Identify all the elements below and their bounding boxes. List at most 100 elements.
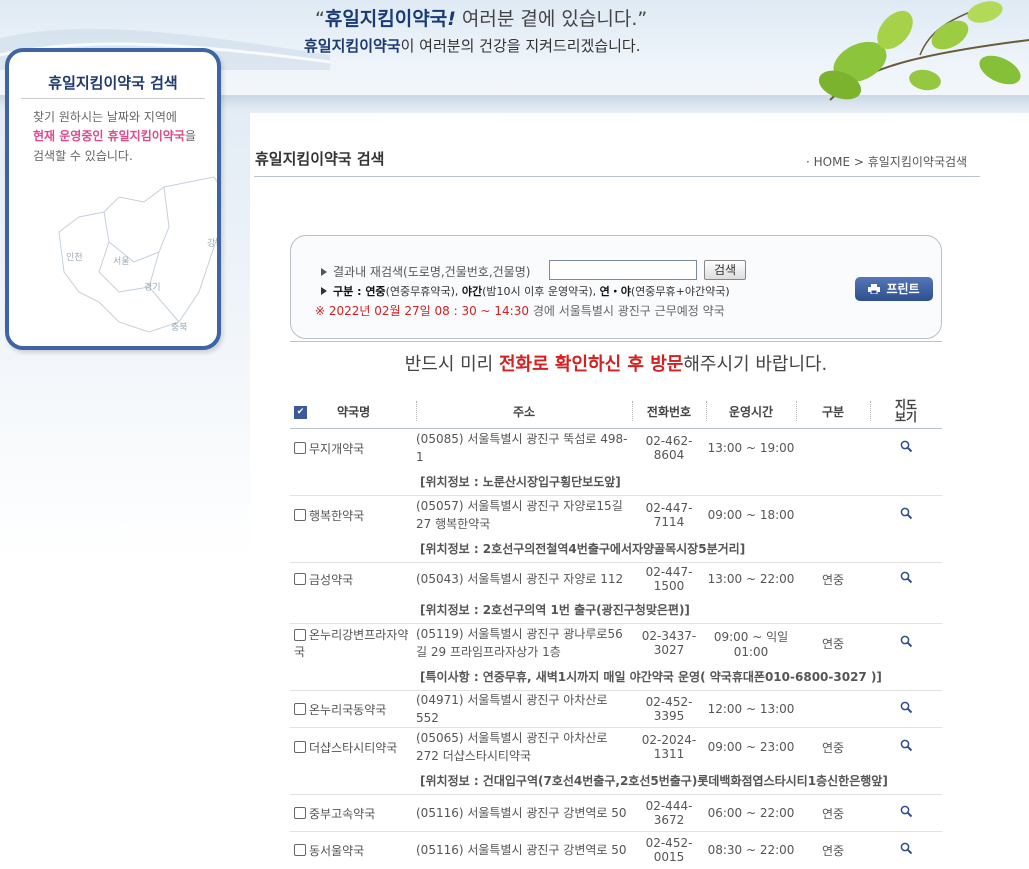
table-row-info: [위치정보 : 2호선구의역 1번 출구(광진구청맞은편)]: [290, 596, 942, 624]
map-label-chungbuk: 충북: [171, 323, 188, 333]
pharmacy-phone: 02-447-1500: [632, 562, 706, 596]
map-view-cell: [870, 831, 942, 869]
map-label-gangwon: 강원: [207, 239, 217, 249]
magnifier-icon[interactable]: [900, 739, 913, 752]
slogan-rest: 여러분 곁에 있습니다.: [455, 8, 638, 30]
row-checkbox[interactable]: [294, 509, 306, 522]
info-spacer: [290, 663, 416, 691]
magnifier-icon[interactable]: [900, 701, 913, 714]
sidebar-desc-line1: 찾기 원하시는 날짜와 지역에: [33, 110, 177, 124]
table-header-row: ✔ 약국명 주소 전화번호 운영시간 구분 지도보기: [290, 395, 942, 429]
magnifier-icon[interactable]: [900, 805, 913, 818]
breadcrumb[interactable]: · HOME > 휴일지킴이약국검색: [806, 153, 967, 170]
pharmacy-hours: 06:00 ~ 22:00: [706, 794, 796, 832]
table-body: 무지개약국 (05085) 서울특별시 광진구 뚝섬로 498-1 02-462-8…: [290, 428, 942, 869]
pharmacy-name: 중부고속약국: [309, 806, 376, 821]
arrow-right-icon: [321, 287, 327, 295]
header-map: 지도보기: [870, 395, 942, 429]
subslogan-rest: 이 여러분의 건강을 지켜드리겠습니다.: [400, 37, 641, 55]
legend-term-yearround: 연중: [365, 285, 386, 298]
legend-prefix: 구분 :: [333, 285, 366, 298]
leaves-illustration: [818, 1, 1029, 101]
row-checkbox[interactable]: [294, 442, 306, 455]
row-checkbox[interactable]: [294, 628, 306, 641]
title-divider: [254, 176, 980, 177]
map-view-cell: [870, 623, 942, 663]
notice-divider: [290, 341, 942, 342]
map-label-gyeonggi: 경기: [144, 283, 161, 293]
pharmacy-name-cell: 동서울약국: [290, 831, 416, 869]
pharmacy-phone: 02-452-0015: [632, 831, 706, 869]
map-view-cell: [870, 562, 942, 596]
search-panel: 결과내 재검색(도로명,건물번호,건물명) 검색 구분 : 연중(연중무휴약국)…: [290, 235, 942, 339]
pharmacy-location-info: [특이사항 : 연중무휴, 새벽1시까지 매일 야간약국 운영( 약국휴대폰01…: [420, 669, 882, 684]
table-row: 더샵스타시티약국 (05065) 서울특별시 광진구 아차산로 272 더샵스타시…: [290, 727, 942, 767]
slogan-exclaim: !: [447, 8, 456, 30]
info-spacer: [290, 468, 416, 496]
pharmacy-hours: 09:00 ~ 23:00: [706, 727, 796, 767]
pharmacy-address: (05065) 서울특별시 광진구 아차산로 272 더샵스타시티약국: [416, 727, 632, 767]
pharmacy-hours: 12:00 ~ 13:00: [706, 690, 796, 728]
magnifier-icon[interactable]: [900, 507, 913, 520]
sidebar-divider: [21, 98, 205, 99]
info-spacer: [290, 535, 416, 563]
sidebar-desc-line2: 현재 운영중인 휴일지킴이약국을: [33, 127, 196, 144]
pharmacy-type: 연중: [796, 831, 870, 869]
magnifier-icon[interactable]: [900, 440, 913, 453]
magnifier-icon[interactable]: [900, 571, 913, 584]
sidebar-desc-highlight: 현재 운영중인 휴일지킴이약국: [33, 129, 185, 143]
info-spacer: [290, 767, 416, 795]
pharmacy-hours: 09:00 ~ 익일 01:00: [706, 623, 796, 663]
search-region: 경에 서울특별시 광진구 근무예정 약국: [529, 304, 725, 318]
table-row: 동서울약국 (05116) 서울특별시 광진구 강변역로 50 02-452-001…: [290, 831, 942, 869]
row-checkbox[interactable]: [294, 573, 306, 586]
pharmacy-address: (05119) 서울특별시 광진구 광나루로56길 29 프라임프라자상가 1층: [416, 623, 632, 663]
magnifier-icon[interactable]: [900, 635, 913, 648]
pharmacy-hours: 13:00 ~ 22:00: [706, 562, 796, 596]
pharmacy-address: (05057) 서울특별시 광진구 자양로15길 27 행복한약국: [416, 495, 632, 535]
map-view-cell: [870, 690, 942, 728]
pharmacy-location-info: [위치정보 : 2호선구의전철역4번출구에서자양골목시장5분거리]: [420, 541, 746, 556]
pharmacy-name-cell: 더샵스타시티약국: [290, 727, 416, 767]
pharmacy-phone: 02-444-3672: [632, 794, 706, 832]
header-type: 구분: [796, 395, 870, 429]
sidebar-desc-line3: 검색할 수 있습니다.: [33, 149, 133, 163]
search-input[interactable]: [549, 260, 697, 280]
pharmacy-location-info: [위치정보 : 2호선구의역 1번 출구(광진구청맞은편)]: [420, 602, 690, 617]
search-time-info: ※ 2022년 02월 27일 08 : 30 ~ 14:30 경에 서울특별시…: [315, 302, 725, 319]
pharmacy-address: (05043) 서울특별시 광진구 자양로 112: [416, 562, 632, 596]
pharmacy-hours: 08:30 ~ 22:00: [706, 831, 796, 869]
pharmacy-location-info: [위치정보 : 건대입구역(7호선4번출구,2호선5번출구)롯데백화점엽스타시티…: [420, 773, 888, 788]
search-time: ※ 2022년 02월 27일 08 : 30 ~ 14:30: [315, 304, 529, 318]
pharmacy-name-cell: 중부고속약국: [290, 794, 416, 832]
pharmacy-type: 연중: [796, 623, 870, 663]
pharmacy-address: (05116) 서울특별시 광진구 강변역로 50: [416, 794, 632, 832]
select-all-checkbox[interactable]: ✔: [294, 406, 307, 419]
pharmacy-phone: 02-462-8604: [632, 428, 706, 468]
search-button[interactable]: 검색: [704, 260, 746, 280]
info-spacer: [290, 596, 416, 624]
row-checkbox[interactable]: [294, 703, 306, 715]
table-row-info: [특이사항 : 연중무휴, 새벽1시까지 매일 야간약국 운영( 약국휴대폰01…: [290, 663, 942, 691]
type-legend: 구분 : 연중(연중무휴약국), 야간(밤10시 이후 운영약국), 연・야(연…: [321, 283, 730, 299]
table-row: 온누리강변프라자약국 (05119) 서울특별시 광진구 광나루로56길 29 프…: [290, 623, 942, 663]
row-checkbox[interactable]: [294, 741, 306, 754]
pharmacy-type: [796, 428, 870, 468]
map-view-cell: [870, 428, 942, 468]
row-checkbox[interactable]: [294, 844, 306, 857]
call-ahead-notice: 반드시 미리 전화로 확인하신 후 방문해주시기 바랍니다.: [290, 350, 942, 376]
print-button[interactable]: 프린트: [855, 277, 933, 301]
pharmacy-phone: 02-447-7114: [632, 495, 706, 535]
arrow-right-icon: [321, 268, 327, 276]
sidebar-title: 휴일지킴이약국 검색: [48, 74, 178, 92]
pharmacy-name: 더샵스타시티약국: [309, 740, 398, 755]
magnifier-icon[interactable]: [900, 842, 913, 855]
header-slogan: “휴일지킴이약국! 여러분 곁에 있습니다.”: [315, 8, 648, 30]
pharmacy-address: (05116) 서울특별시 광진구 강변역로 50: [416, 831, 632, 869]
row-checkbox[interactable]: [294, 807, 306, 819]
pharmacy-name-cell: 행복한약국: [290, 495, 416, 535]
pharmacy-name-cell: 금성약국: [290, 562, 416, 596]
table-row-info: [위치정보 : 노룬산시장입구횡단보도앞]: [290, 468, 942, 496]
pharmacy-type: [796, 495, 870, 535]
search-label: 결과내 재검색(도로명,건물번호,건물명): [321, 263, 530, 280]
